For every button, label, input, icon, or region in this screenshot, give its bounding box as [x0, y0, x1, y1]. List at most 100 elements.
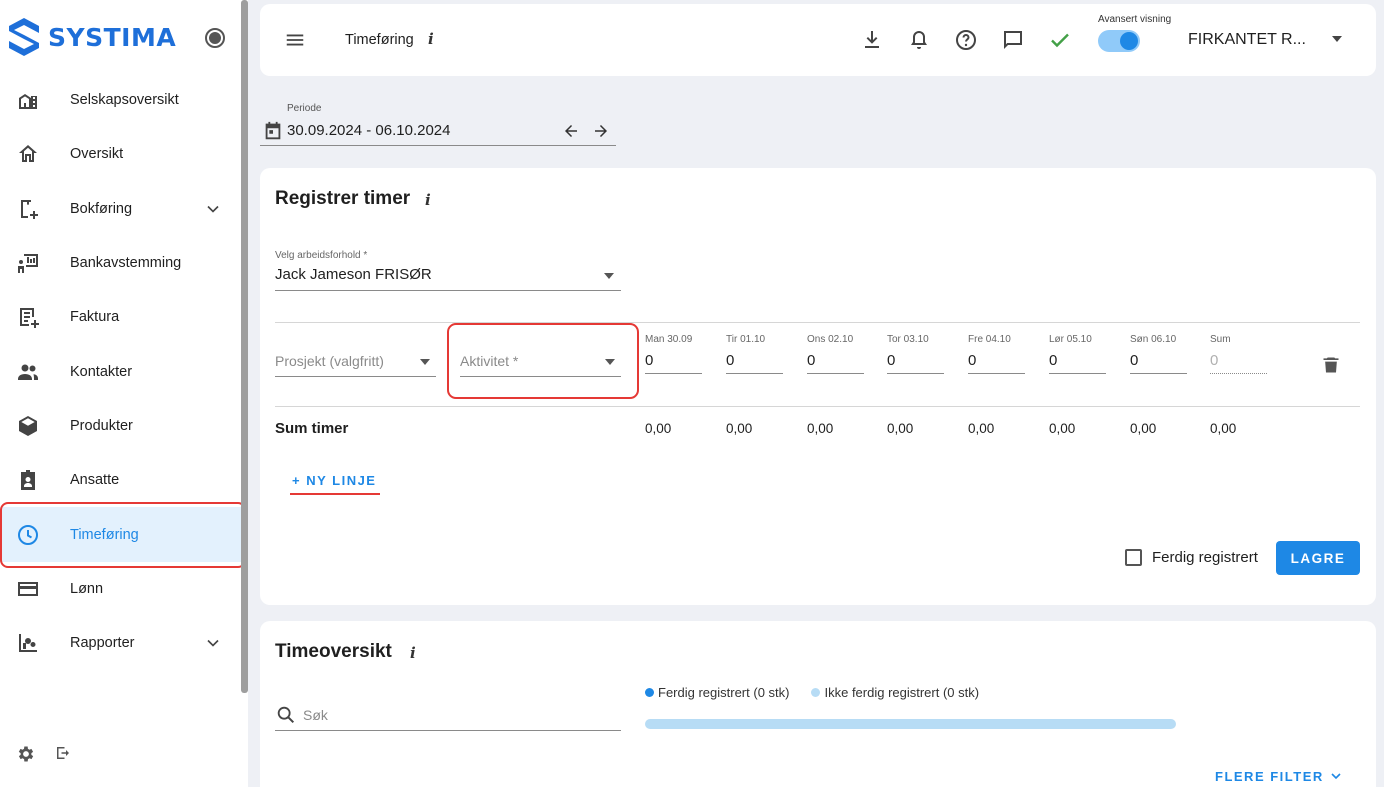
brand-logo[interactable]: SYSTIMA: [8, 16, 176, 58]
day-value[interactable]: 0: [726, 350, 783, 374]
day-label: Fre 04.10: [968, 334, 1011, 345]
day-input-fri[interactable]: Fre 04.10 0: [968, 334, 1025, 374]
day-value[interactable]: 0: [1049, 350, 1106, 374]
sidebar-item-label: Produkter: [70, 417, 133, 434]
day-input-wed[interactable]: Ons 02.10 0: [807, 334, 864, 374]
arrow-right-icon[interactable]: [592, 122, 610, 140]
sidebar-footer: [16, 744, 72, 764]
theme-toggle-icon[interactable]: [205, 28, 225, 48]
day-label: Sum: [1210, 334, 1231, 345]
bank-reconciliation-icon: [18, 254, 38, 274]
sum-value: 0,00: [807, 421, 834, 436]
divider: [275, 406, 1360, 407]
download-icon[interactable]: [860, 28, 884, 52]
sum-value: 0,00: [645, 421, 672, 436]
sidebar-item-produkter[interactable]: Produkter: [0, 399, 241, 453]
sidebar-scrollbar[interactable]: [241, 0, 248, 693]
done-checkbox-label: Ferdig registrert: [1152, 549, 1258, 566]
info-icon[interactable]: i: [425, 191, 431, 209]
highlight-outline-activity: [447, 323, 639, 399]
chevron-down-icon[interactable]: [203, 633, 223, 653]
register-title: Registrer timer: [275, 188, 411, 209]
time-overview-card: Timeoversikt i Søk Ferdig registrert (0 …: [260, 621, 1376, 787]
sidebar-item-ansatte[interactable]: Ansatte: [0, 453, 241, 507]
sidebar-nav: Selskapsoversikt Oversikt Bokføring Bank…: [0, 73, 241, 670]
period-field[interactable]: Periode 30.09.2024 - 06.10.2024: [260, 103, 616, 146]
help-icon[interactable]: [954, 28, 978, 52]
brand-name: SYSTIMA: [48, 22, 177, 52]
sidebar-item-bokforing[interactable]: Bokføring: [0, 182, 241, 236]
day-value[interactable]: 0: [887, 350, 944, 374]
save-button[interactable]: LAGRE: [1276, 541, 1360, 575]
top-action-icons: [860, 28, 1095, 52]
advanced-view-label: Avansert visning: [1098, 14, 1172, 25]
sidebar-item-label: Rapporter: [70, 635, 135, 652]
legend-done[interactable]: Ferdig registrert (0 stk): [645, 685, 789, 700]
chat-icon[interactable]: [1001, 28, 1025, 52]
trash-icon[interactable]: [1321, 354, 1341, 376]
legend-not-done[interactable]: Ikke ferdig registrert (0 stk): [811, 685, 979, 700]
products-icon: [19, 415, 37, 436]
search-input[interactable]: Søk: [275, 699, 621, 731]
employment-select[interactable]: Velg arbeidsforhold * Jack Jameson FRISØ…: [275, 250, 621, 291]
sidebar-item-faktura[interactable]: Faktura: [0, 290, 241, 344]
more-filters-button[interactable]: FLERE FILTER: [1215, 768, 1344, 784]
project-placeholder: Prosjekt (valgfritt): [275, 353, 384, 369]
highlight-underline-new-line: [290, 493, 380, 495]
day-input-sat[interactable]: Lør 05.10 0: [1049, 334, 1106, 374]
sidebar-item-bankavstemming[interactable]: Bankavstemming: [0, 236, 241, 290]
search-placeholder: Søk: [303, 707, 328, 723]
menu-icon[interactable]: [284, 29, 306, 51]
project-select[interactable]: Prosjekt (valgfritt): [275, 350, 436, 377]
sidebar-item-rapporter[interactable]: Rapporter: [0, 616, 241, 670]
company-selector[interactable]: FIRKANTET R...: [1188, 31, 1306, 49]
sidebar-item-label: Bokføring: [70, 200, 133, 217]
status-legend: Ferdig registrert (0 stk) Ikke ferdig re…: [645, 685, 1001, 700]
sum-value: 0,00: [887, 421, 914, 436]
info-icon[interactable]: i: [428, 30, 434, 48]
sidebar-item-label: Selskapsoversikt: [70, 92, 179, 109]
info-icon[interactable]: i: [410, 644, 416, 662]
logout-icon[interactable]: [54, 744, 72, 762]
day-input-sun[interactable]: Søn 06.10 0: [1130, 334, 1187, 374]
day-value[interactable]: 0: [807, 350, 864, 374]
calendar-icon[interactable]: [262, 120, 284, 142]
sidebar-item-label: Timeføring: [70, 526, 139, 543]
sidebar-item-selskapsoversikt[interactable]: Selskapsoversikt: [0, 73, 241, 127]
done-checkbox[interactable]: [1125, 549, 1142, 566]
legend-not-done-label: Ikke ferdig registrert (0 stk): [824, 685, 980, 700]
bell-icon[interactable]: [907, 28, 931, 52]
sum-hours-label: Sum timer: [275, 420, 349, 437]
chevron-down-icon: [1331, 773, 1341, 780]
sidebar-item-lonn[interactable]: Lønn: [0, 562, 241, 616]
day-input-mon[interactable]: Man 30.09 0: [645, 334, 702, 374]
sum-value: 0,00: [1049, 421, 1076, 436]
advanced-view-toggle[interactable]: Avansert visning: [1098, 14, 1188, 52]
day-value[interactable]: 0: [645, 350, 702, 374]
page-title: Timeføring: [345, 32, 414, 48]
caret-down-icon[interactable]: [1332, 36, 1342, 42]
sidebar: SYSTIMA Selskapsoversikt Oversikt Bokfør…: [0, 0, 248, 787]
sidebar-item-timeforing[interactable]: Timeføring: [0, 507, 241, 562]
caret-down-icon: [604, 273, 614, 279]
chevron-down-icon[interactable]: [203, 199, 223, 219]
day-label: Ons 02.10: [807, 334, 854, 345]
day-value[interactable]: 0: [1130, 350, 1187, 374]
day-label: Tor 03.10: [887, 334, 929, 345]
new-line-button[interactable]: + NY LINJE: [292, 473, 376, 488]
arrow-left-icon[interactable]: [562, 122, 580, 140]
more-filters-label: FLERE FILTER: [1215, 768, 1324, 784]
sidebar-fade: [0, 680, 241, 720]
sidebar-item-oversikt[interactable]: Oversikt: [0, 127, 241, 181]
bookkeeping-icon: [21, 199, 38, 219]
day-input-thu[interactable]: Tor 03.10 0: [887, 334, 944, 374]
sidebar-item-label: Lønn: [70, 580, 104, 597]
toggle-switch[interactable]: [1098, 30, 1140, 52]
day-input-tue[interactable]: Tir 01.10 0: [726, 334, 783, 374]
gear-icon[interactable]: [16, 744, 36, 764]
period-label: Periode: [287, 103, 322, 114]
contacts-icon: [18, 364, 38, 380]
sidebar-item-kontakter[interactable]: Kontakter: [0, 344, 241, 398]
check-icon[interactable]: [1048, 28, 1072, 52]
day-value[interactable]: 0: [968, 350, 1025, 374]
